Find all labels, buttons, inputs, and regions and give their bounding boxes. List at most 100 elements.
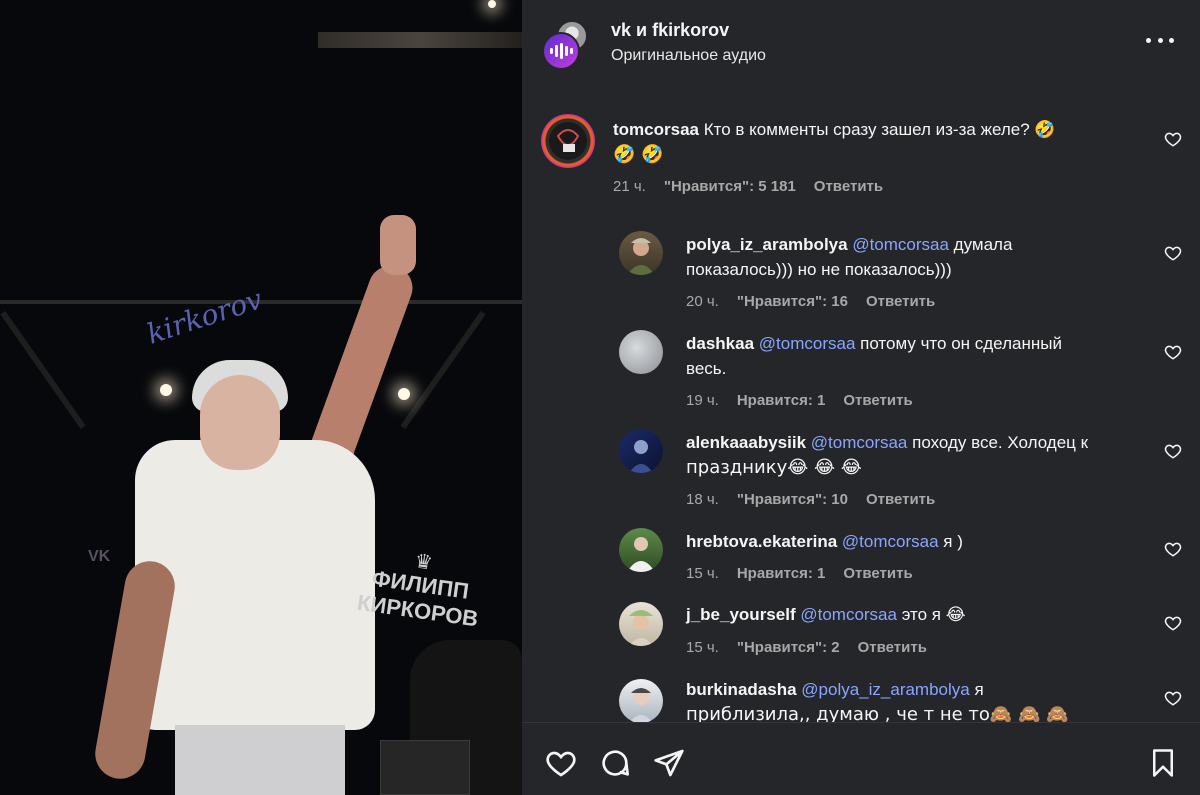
comment-time: 21 ч. <box>613 178 646 195</box>
comment-time: 20 ч. <box>686 293 719 310</box>
reel-viewer: VK kirkorov ♛ ФИЛИПП КИРКОРОВ vk и fkirk… <box>0 0 1200 795</box>
stage-light-bar <box>318 32 522 48</box>
comments-list[interactable]: tomcorsaa Кто в комменты сразу зашел из-… <box>522 100 1200 722</box>
comment-username[interactable]: burkinadasha <box>686 680 797 699</box>
comment-body: burkinadasha @polya_iz_arambolya я прибл… <box>686 677 1156 722</box>
comment-text-cont: празднику😂 😂 😂 <box>686 457 862 478</box>
comment-username[interactable]: dashkaa <box>686 334 754 353</box>
spotlight <box>488 0 496 8</box>
comment-username[interactable]: alenkaaabysiik <box>686 433 806 452</box>
reply-button[interactable]: Ответить <box>843 565 912 582</box>
like-heart-icon[interactable] <box>1164 540 1182 558</box>
comment-item: tomcorsaa Кто в комменты сразу зашел из-… <box>522 114 1200 210</box>
reply-button[interactable]: Ответить <box>858 639 927 656</box>
share-icon[interactable] <box>653 747 685 779</box>
comment-username[interactable]: polya_iz_arambolya <box>686 235 848 254</box>
comment-time: 18 ч. <box>686 491 719 508</box>
comment-icon[interactable] <box>599 747 631 779</box>
comment-username[interactable]: hrebtova.ekaterina <box>686 532 837 551</box>
more-options-button[interactable] <box>1146 28 1174 52</box>
comment-text-cont: приблизила,, думаю , че т не то🙈 🙈 🙈 <box>686 704 1069 722</box>
comment-body: hrebtova.ekaterina @tomcorsaa я ) <box>686 529 1156 554</box>
audio-wave-icon <box>549 43 573 59</box>
comment-meta: 20 ч. "Нравится": 16 Ответить <box>686 293 935 310</box>
collab-avatars[interactable] <box>542 20 592 70</box>
comment-mention[interactable]: @tomcorsaa <box>852 235 949 254</box>
comment-text: Кто в комменты сразу зашел из-за желе? 🤣 <box>703 120 1056 139</box>
comment-avatar[interactable] <box>541 114 595 168</box>
post-header: vk и fkirkorov Оригинальное аудио <box>522 0 1200 86</box>
comment-meta: 15 ч. "Нравится": 2 Ответить <box>686 639 927 656</box>
comment-avatar[interactable] <box>619 330 663 374</box>
comment-avatar[interactable] <box>619 528 663 572</box>
reply-item: j_be_yourself @tomcorsaa это я 😂 15 ч. "… <box>522 602 1200 660</box>
comment-likes[interactable]: Нравится: 1 <box>737 565 826 582</box>
comment-time: 15 ч. <box>686 565 719 582</box>
comment-text-cont: 🤣 🤣 <box>613 144 664 165</box>
reply-button[interactable]: Ответить <box>866 491 935 508</box>
reply-item: alenkaaabysiik @tomcorsaa походу все. Хо… <box>522 428 1200 510</box>
comment-time: 15 ч. <box>686 639 719 656</box>
comment-meta: 21 ч. "Нравится": 5 181 Ответить <box>613 178 883 195</box>
comment-meta: 15 ч. Нравится: 1 Ответить <box>686 565 913 582</box>
comment-mention[interactable]: @tomcorsaa <box>800 605 897 624</box>
comments-panel: vk и fkirkorov Оригинальное аудио tomcor… <box>522 0 1200 795</box>
comment-avatar[interactable] <box>619 679 663 722</box>
original-audio-link[interactable]: Оригинальное аудио <box>611 47 766 65</box>
reply-item: hrebtova.ekaterina @tomcorsaa я ) 15 ч. … <box>522 528 1200 586</box>
comment-mention[interactable]: @tomcorsaa <box>811 433 908 452</box>
comment-mention[interactable]: @tomcorsaa <box>842 532 939 551</box>
dj-deck <box>380 740 470 795</box>
comment-text-cont: показалось))) но не показалось))) <box>686 260 952 279</box>
comment-text: это я 😂 <box>896 605 966 624</box>
comment-likes[interactable]: "Нравится": 16 <box>737 293 848 310</box>
comment-time: 19 ч. <box>686 392 719 409</box>
comment-likes[interactable]: "Нравится": 5 181 <box>664 178 796 195</box>
comment-meta: 19 ч. Нравится: 1 Ответить <box>686 392 913 409</box>
like-heart-icon[interactable] <box>1164 442 1182 460</box>
reply-item: polya_iz_arambolya @tomcorsaa думала пок… <box>522 230 1200 312</box>
comment-username[interactable]: tomcorsaa <box>613 120 699 139</box>
reply-item: burkinadasha @polya_iz_arambolya я прибл… <box>522 677 1200 722</box>
more-horizontal-icon <box>1146 37 1151 43</box>
silver-pants <box>175 725 345 795</box>
post-authors[interactable]: vk и fkirkorov <box>611 20 729 41</box>
action-bar <box>522 722 1200 795</box>
comment-body: j_be_yourself @tomcorsaa это я 😂 <box>686 602 1156 627</box>
like-heart-icon[interactable] <box>1164 244 1182 262</box>
like-heart-icon[interactable] <box>1164 130 1182 148</box>
like-heart-icon[interactable] <box>1164 614 1182 632</box>
bookmark-icon[interactable] <box>1148 747 1178 779</box>
rock-hand-gesture <box>380 215 416 275</box>
reply-button[interactable]: Ответить <box>814 178 883 195</box>
comment-mention[interactable]: @tomcorsaa <box>759 334 856 353</box>
comment-body: polya_iz_arambolya @tomcorsaa думала пок… <box>686 232 1156 282</box>
comment-text-cont: весь. <box>686 359 727 378</box>
comment-text: я ) <box>938 532 963 551</box>
comment-body: alenkaaabysiik @tomcorsaa походу все. Хо… <box>686 430 1156 480</box>
performer-face <box>200 375 280 470</box>
like-heart-icon[interactable] <box>1164 689 1182 707</box>
vk-avatar[interactable] <box>542 32 580 70</box>
video-player[interactable]: VK kirkorov ♛ ФИЛИПП КИРКОРОВ <box>0 0 522 795</box>
heart-icon[interactable] <box>545 747 577 779</box>
comment-likes[interactable]: "Нравится": 2 <box>737 639 840 656</box>
comment-body: tomcorsaa Кто в комменты сразу зашел из-… <box>613 117 1153 167</box>
reply-button[interactable]: Ответить <box>843 392 912 409</box>
comment-likes[interactable]: "Нравится": 10 <box>737 491 848 508</box>
reply-button[interactable]: Ответить <box>866 293 935 310</box>
comment-avatar[interactable] <box>619 429 663 473</box>
comment-likes[interactable]: Нравится: 1 <box>737 392 826 409</box>
comment-username[interactable]: j_be_yourself <box>686 605 796 624</box>
reply-item: dashkaa @tomcorsaa потому что он сделанн… <box>522 329 1200 411</box>
comment-text: я <box>969 680 984 699</box>
like-heart-icon[interactable] <box>1164 343 1182 361</box>
comment-mention[interactable]: @polya_iz_arambolya <box>801 680 969 699</box>
comment-body: dashkaa @tomcorsaa потому что он сделанн… <box>686 331 1156 381</box>
comment-text: потому что он сделанный <box>855 334 1062 353</box>
comment-meta: 18 ч. "Нравится": 10 Ответить <box>686 491 935 508</box>
comment-text: думала <box>948 235 1013 254</box>
comment-avatar[interactable] <box>619 602 663 646</box>
stage-beam <box>0 310 86 430</box>
comment-avatar[interactable] <box>619 231 663 275</box>
